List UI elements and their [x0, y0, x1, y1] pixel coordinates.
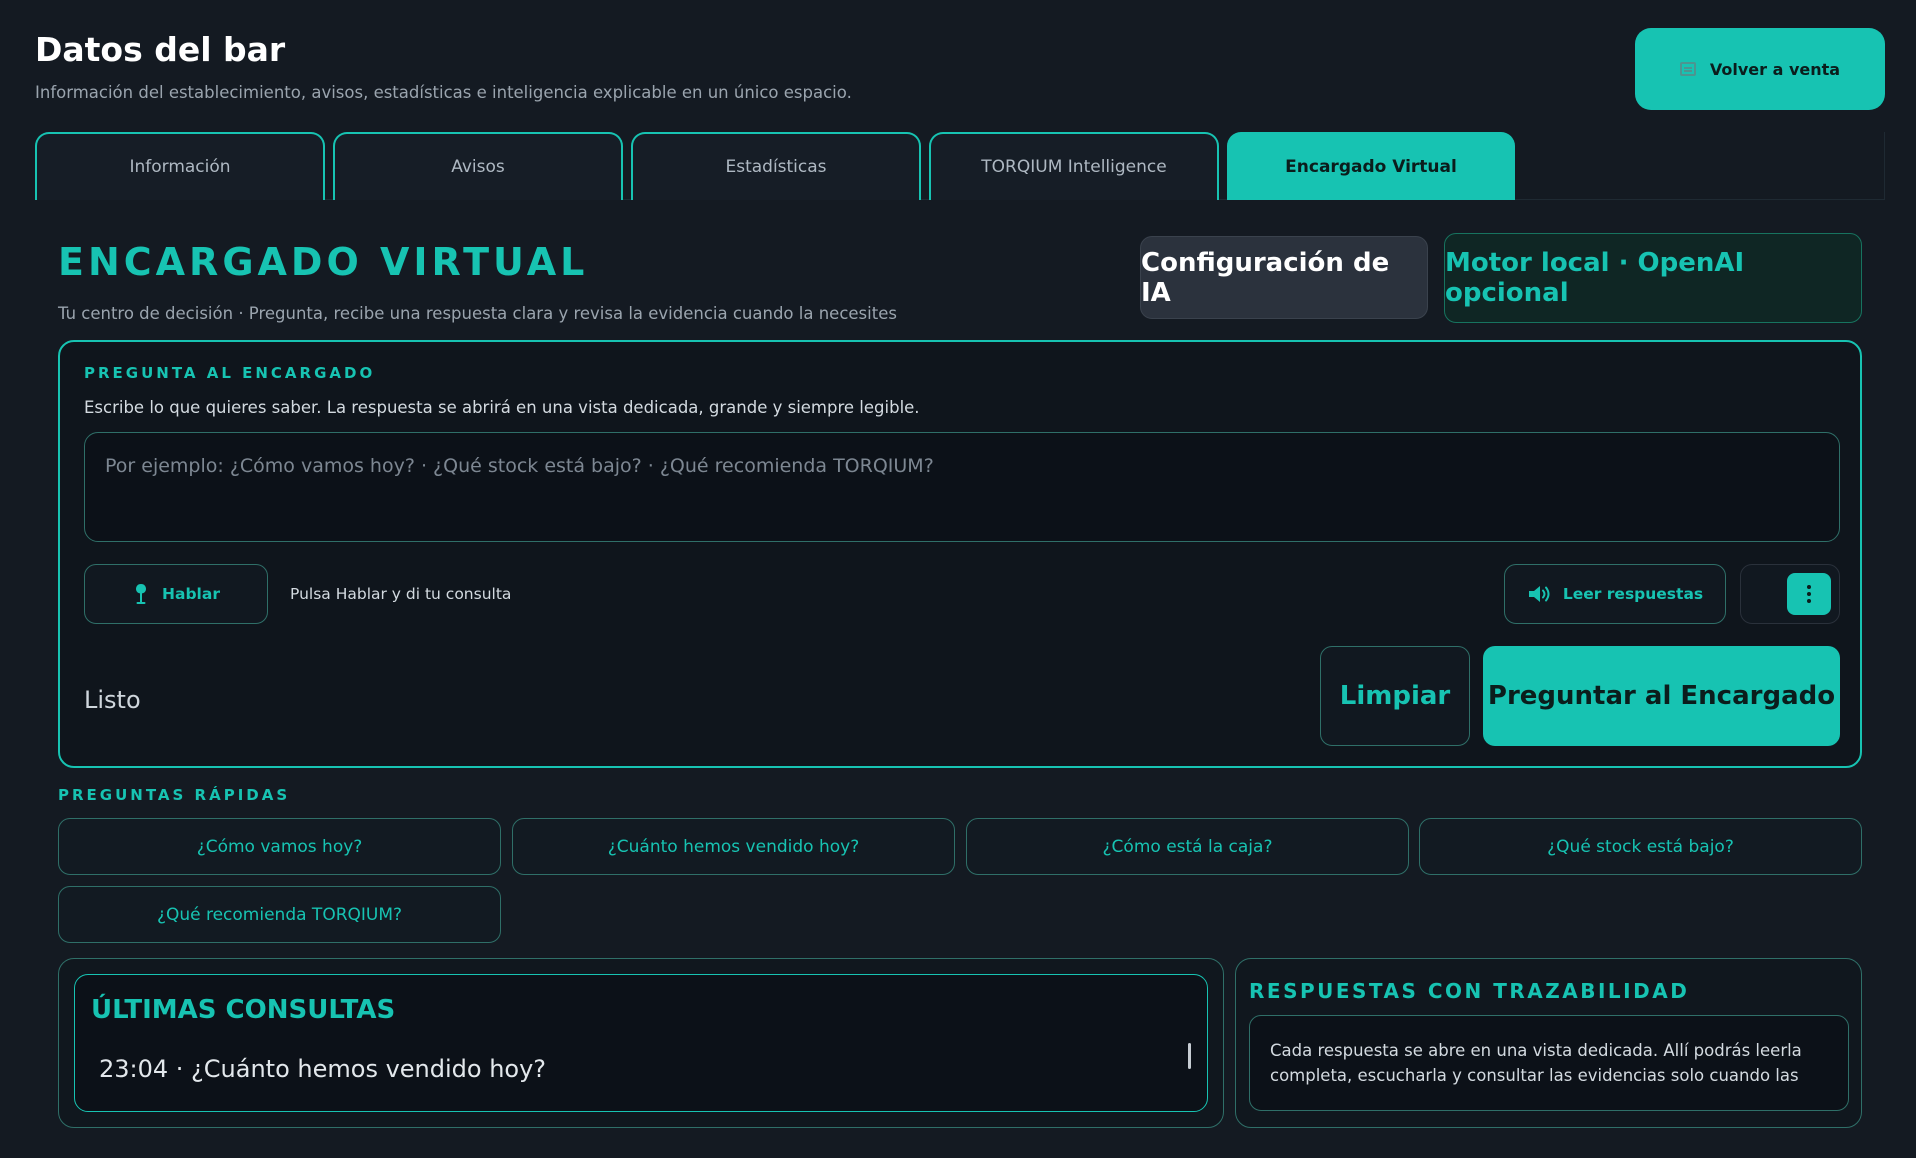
page-title: Datos del bar: [35, 30, 286, 69]
ai-config-button[interactable]: Configuración de IA: [1140, 236, 1428, 319]
scrollbar[interactable]: [1188, 1043, 1191, 1069]
question-input[interactable]: [84, 432, 1840, 542]
traceability-panel: RESPUESTAS CON TRAZABILIDAD Cada respues…: [1235, 958, 1862, 1128]
kebab-menu-icon: [1807, 585, 1811, 589]
back-to-sales-label: Volver a venta: [1709, 59, 1841, 79]
traceability-title: RESPUESTAS CON TRAZABILIDAD: [1249, 979, 1690, 1003]
recent-queries-title: ÚLTIMAS CONSULTAS: [91, 995, 396, 1025]
quick-questions-label: PREGUNTAS RÁPIDAS: [58, 786, 291, 804]
tab-label: Información: [129, 157, 231, 177]
traceability-text: Cada respuesta se abre en una vista dedi…: [1249, 1015, 1849, 1111]
ask-panel: PREGUNTA AL ENCARGADO Escribe lo que qui…: [58, 340, 1862, 768]
tab-avisos[interactable]: Avisos: [333, 132, 623, 200]
read-answers-label: Leer respuestas: [1562, 585, 1704, 603]
tab-torqium-intelligence[interactable]: TORQIUM Intelligence: [929, 132, 1219, 200]
quick-question-chip[interactable]: ¿Cómo está la caja?: [966, 818, 1409, 875]
more-options-container: [1740, 564, 1840, 624]
recent-queries-panel: ÚLTIMAS CONSULTAS 23:04 · ¿Cuánto hemos …: [58, 958, 1224, 1128]
speak-button-label: Hablar: [162, 585, 220, 603]
tab-label: Avisos: [451, 157, 505, 177]
cash-register-icon: [1679, 62, 1696, 76]
engine-badge: Motor local · OpenAI opcional: [1444, 233, 1862, 323]
more-options-button[interactable]: [1787, 573, 1831, 615]
virtual-manager-title: ENCARGADO VIRTUAL: [58, 240, 589, 284]
tab-estadisticas[interactable]: Estadísticas: [631, 132, 921, 200]
status-text: Listo: [84, 686, 141, 714]
quick-question-chip[interactable]: ¿Cómo vamos hoy?: [58, 818, 501, 875]
microphone-icon: [136, 584, 147, 604]
read-answers-button[interactable]: Leer respuestas: [1504, 564, 1726, 624]
tab-label: TORQIUM Intelligence: [981, 157, 1167, 177]
quick-question-chip[interactable]: ¿Qué stock está bajo?: [1419, 818, 1862, 875]
ask-hint: Escribe lo que quieres saber. La respues…: [84, 398, 920, 417]
quick-question-chip[interactable]: ¿Cuánto hemos vendido hoy?: [512, 818, 955, 875]
recent-queries-list: ÚLTIMAS CONSULTAS 23:04 · ¿Cuánto hemos …: [74, 974, 1208, 1112]
page-subtitle: Información del establecimiento, avisos,…: [35, 83, 852, 102]
virtual-manager-subtitle: Tu centro de decisión · Pregunta, recibe…: [58, 304, 897, 323]
tab-bar: Información Avisos Estadísticas TORQIUM …: [35, 132, 1885, 200]
back-to-sales-button[interactable]: Volver a venta: [1635, 28, 1885, 110]
recent-query-item[interactable]: 23:04 · ¿Cuánto hemos vendido hoy?: [99, 1055, 546, 1083]
clear-button[interactable]: Limpiar: [1320, 646, 1470, 746]
ask-manager-button[interactable]: Preguntar al Encargado: [1483, 646, 1840, 746]
speak-button[interactable]: Hablar: [84, 564, 268, 624]
tab-label: Encargado Virtual: [1285, 157, 1457, 177]
quick-question-chip[interactable]: ¿Qué recomienda TORQIUM?: [58, 886, 501, 943]
speak-hint: Pulsa Hablar y di tu consulta: [290, 585, 512, 603]
tab-informacion[interactable]: Información: [35, 132, 325, 200]
tab-label: Estadísticas: [725, 157, 827, 177]
tab-encargado-virtual[interactable]: Encargado Virtual: [1227, 132, 1515, 200]
speaker-icon: [1528, 586, 1550, 602]
ask-label: PREGUNTA AL ENCARGADO: [84, 364, 376, 382]
